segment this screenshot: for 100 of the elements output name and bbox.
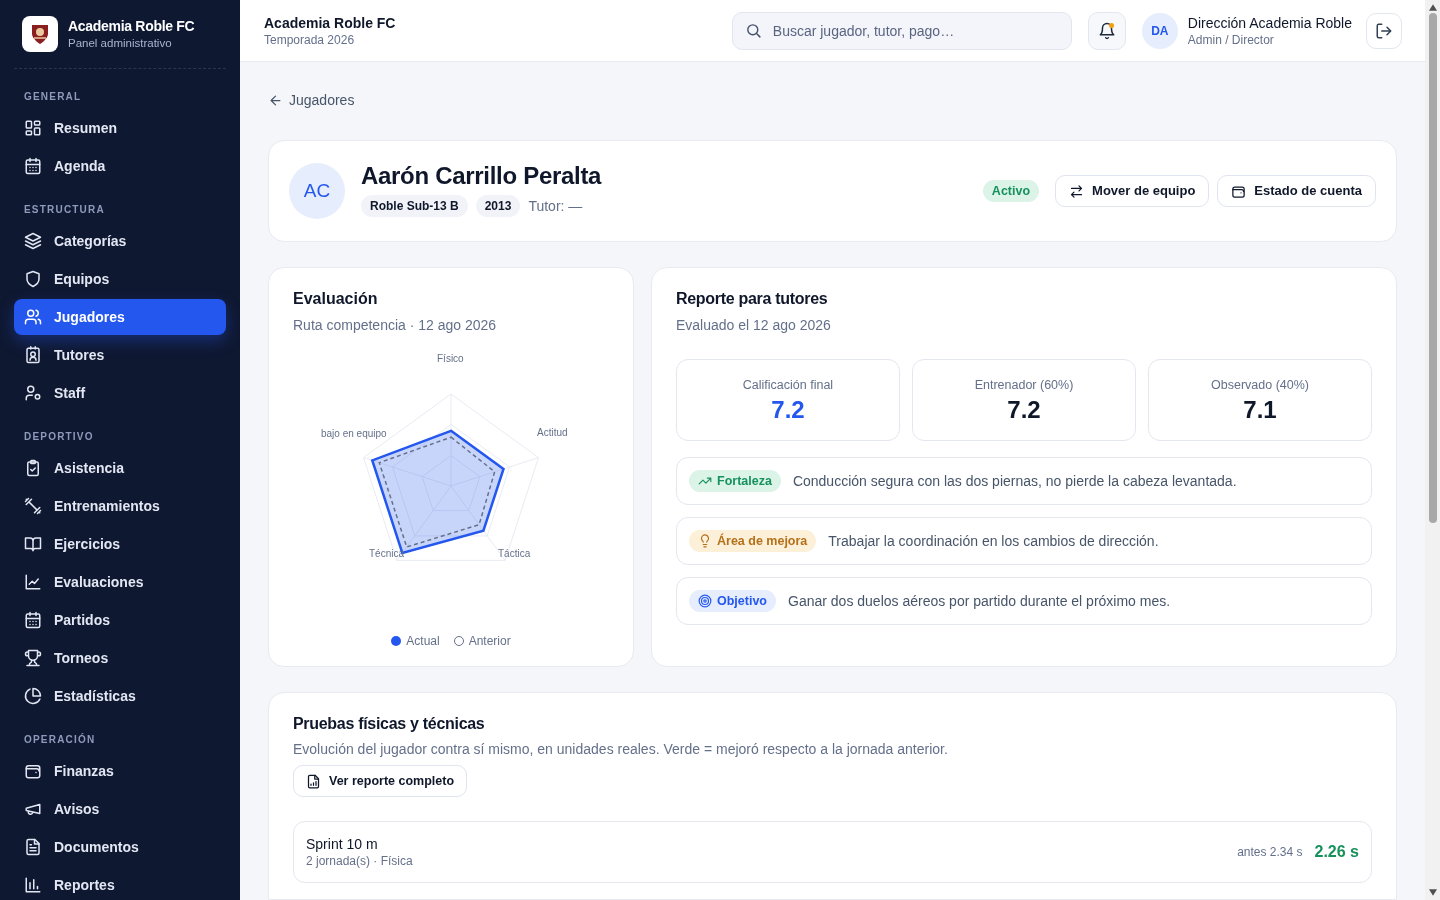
line-chart-icon [24,573,42,591]
report-button[interactable]: Ver reporte completo [293,765,468,797]
axis-label: Táctica [498,547,531,561]
sidebar-item[interactable]: Entrenamientos [14,488,226,524]
legend-label: Anterior [468,633,511,650]
sidebar-item[interactable]: Finanzas [14,753,226,789]
brand-subtitle: Panel administrativo [68,36,173,51]
sidebar-item[interactable]: Torneos [14,640,226,676]
calendar-icon [24,157,42,175]
sidebar-item[interactable]: Estadísticas [14,678,226,714]
score-value: 7.2 [771,394,805,425]
score-value: 7.2 [1007,394,1041,425]
player-avatar: AC [289,163,345,219]
score-value: 7.1 [1243,394,1277,425]
sidebar-item[interactable]: Partidos [14,602,226,638]
section-heading: DEPORTIVO [23,430,95,444]
status-badge: Activo [982,179,1040,203]
section-heading: OPERACIÓN [23,732,97,747]
bar-chart-icon [24,876,42,894]
note-tag: Objetivo [689,590,776,612]
current-value: 2.26 s [1314,842,1359,862]
card-subtitle: Ruta competencia · 12 ago 2026 [293,316,498,335]
sidebar-item[interactable]: Tutores [14,337,226,373]
sidebar-item[interactable]: Resumen [14,110,226,146]
pie-chart-icon [24,687,42,705]
sidebar-item[interactable]: Equipos [14,261,226,297]
card-title: Reporte para tutores [676,289,829,309]
tag: 2013 [475,195,521,217]
arrow-left-icon [268,92,283,108]
layers-icon [24,232,42,250]
section-heading: ESTRUCTURA [23,203,106,217]
note-tag: Área de mejora [689,530,817,552]
scroll-up-icon[interactable] [1428,4,1437,11]
axis-label: Físico [437,352,464,366]
score-label: Entrenador (60%) [974,377,1074,394]
sidebar-item[interactable]: Staff [14,375,226,411]
document-icon [24,838,42,856]
section-heading: GENERAL [23,90,83,104]
logout-icon [1375,21,1393,40]
search-icon [744,21,762,39]
search-field[interactable]: Buscar jugador, tutor, pago… [731,11,1072,50]
clipboard-check-icon [24,459,42,477]
sidebar-item[interactable]: Reportes [14,867,226,900]
tutor-label: Tutor: — [528,196,583,216]
app-title: Academia Roble FC [264,13,396,32]
season-label: Temporada 2026 [264,31,356,48]
card-title: Pruebas físicas y técnicas [293,714,486,734]
legend-label: Actual [406,633,440,650]
sidebar-item[interactable]: Evaluaciones [14,564,226,600]
axis-label: Técnica [369,547,404,561]
file-chart-icon [306,773,321,789]
scrollbar[interactable] [1425,0,1440,900]
book-icon [24,535,42,553]
scroll-down-icon[interactable] [1428,889,1437,896]
user-gear-icon [24,384,42,402]
contact-icon [24,346,42,364]
back-link[interactable]: Jugadores [268,90,355,110]
score-label: Observado (40%) [1211,377,1309,394]
user-avatar: DA [1141,12,1178,49]
user-role: Admin / Director [1187,31,1275,48]
trophy-icon [24,649,42,667]
previous-value: antes 2.34 s [1237,844,1303,861]
axis-label: bajo en equipo [321,427,387,441]
target-icon [698,594,712,608]
logout-button[interactable] [1366,12,1402,49]
shield-icon [24,270,42,288]
tag: Roble Sub-13 B [361,195,468,217]
calendar-icon [24,611,42,629]
sidebar-item[interactable]: Asistencia [14,450,226,486]
swap-icon [1069,183,1085,199]
card-title: Evaluación [293,289,379,309]
grid-icon [24,119,42,137]
sidebar-item[interactable]: Avisos [14,791,226,827]
wallet-icon [24,762,42,780]
users-icon [24,308,42,326]
note-text: Ganar dos duelos aéreos por partido durante el próximo mes. [788,591,1171,611]
test-name: Sprint 10 m [306,835,379,853]
sidebar-item[interactable]: Jugadores [14,299,226,335]
note-text: Conducción segura con las dos piernas, no pierde la cabeza levantada. [792,471,1237,491]
sidebar-item[interactable]: Categorías [14,223,226,259]
test-meta: 2 jornada(s) · Física [306,853,413,869]
note-text: Trabajar la coordinación en los cambios de dirección. [828,531,1159,551]
crest-logo [22,16,58,52]
sidebar-item[interactable]: Agenda [14,148,226,184]
card-subtitle: Evaluado el 12 ago 2026 [676,316,832,335]
notifications-button[interactable] [1087,11,1126,50]
player-name: Aarón Carrillo Peralta [361,161,602,191]
axis-label: Actitud [537,426,568,440]
brand-name: Academia Roble FC [68,17,195,35]
wallet-icon [1231,183,1247,199]
sidebar-item[interactable]: Ejercicios [14,526,226,562]
score-label: Calificación final [742,377,834,394]
sidebar-item[interactable]: Documentos [14,829,226,865]
lightbulb-icon [698,534,712,548]
user-name: Dirección Academia Roble [1187,13,1352,32]
bell-icon [1097,21,1116,40]
note-tag: Fortaleza [689,470,781,492]
action-button[interactable]: Mover de equipo [1055,175,1210,207]
card-subtitle: Evolución del jugador contra sí mismo, en unidades reales. Verde = mejoró respecto a la jornada anterior. [293,740,949,759]
action-button[interactable]: Estado de cuenta [1217,175,1376,207]
